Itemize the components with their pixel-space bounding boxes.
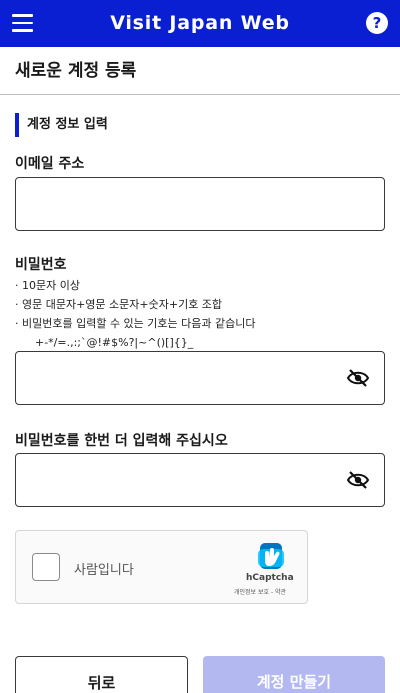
password-hints: · 10문자 이상 · 영문 대문자+영문 소문자+숫자+기호 조합 · 비밀번… <box>15 276 256 352</box>
captcha-label: 사람입니다 <box>74 563 134 578</box>
password-field[interactable] <box>16 352 384 404</box>
hcaptcha-logo-icon <box>258 543 284 569</box>
password-confirm-field[interactable] <box>16 454 384 506</box>
section-heading: 계정 정보 입력 <box>15 113 108 137</box>
password-label: 비밀번호 <box>15 257 67 273</box>
captcha-checkbox[interactable] <box>32 553 60 581</box>
eye-off-icon[interactable] <box>346 368 370 388</box>
back-button[interactable]: 뒤로 <box>15 656 188 693</box>
divider <box>0 94 400 95</box>
captcha-links: 개인정보 보호 - 약관 <box>234 587 286 596</box>
app-header: Visit Japan Web ? <box>0 0 400 47</box>
email-label: 이메일 주소 <box>15 156 85 172</box>
hcaptcha-brand: hCaptcha <box>246 573 294 583</box>
password-confirm-field-wrapper <box>15 453 385 507</box>
captcha-terms-link[interactable]: 약관 <box>275 589 286 596</box>
email-field[interactable] <box>16 178 384 230</box>
help-icon[interactable]: ? <box>366 12 388 34</box>
password-hint: · 영문 대문자+영문 소문자+숫자+기호 조합 <box>15 298 223 311</box>
eye-off-icon[interactable] <box>346 470 370 490</box>
password-hint: · 비밀번호를 입력할 수 있는 기호는 다음과 같습니다 <box>15 317 256 330</box>
password-field-wrapper <box>15 351 385 405</box>
app-title: Visit Japan Web <box>110 12 290 34</box>
captcha-privacy-link[interactable]: 개인정보 보호 <box>234 589 269 596</box>
password-hint-symbols: +-*/=.,:;`@!#$%?|~^()[]{}_ <box>35 336 194 349</box>
password-confirm-label: 비밀번호를 한번 더 입력해 주십시오 <box>15 433 228 449</box>
email-field-wrapper <box>15 177 385 231</box>
create-account-button[interactable]: 계정 만들기 <box>203 656 385 693</box>
password-hint: · 10문자 이상 <box>15 279 80 292</box>
captcha-widget: 사람입니다 hCaptcha 개인정보 보호 - 약관 <box>15 530 308 604</box>
page-title: 새로운 계정 등록 <box>15 61 137 81</box>
